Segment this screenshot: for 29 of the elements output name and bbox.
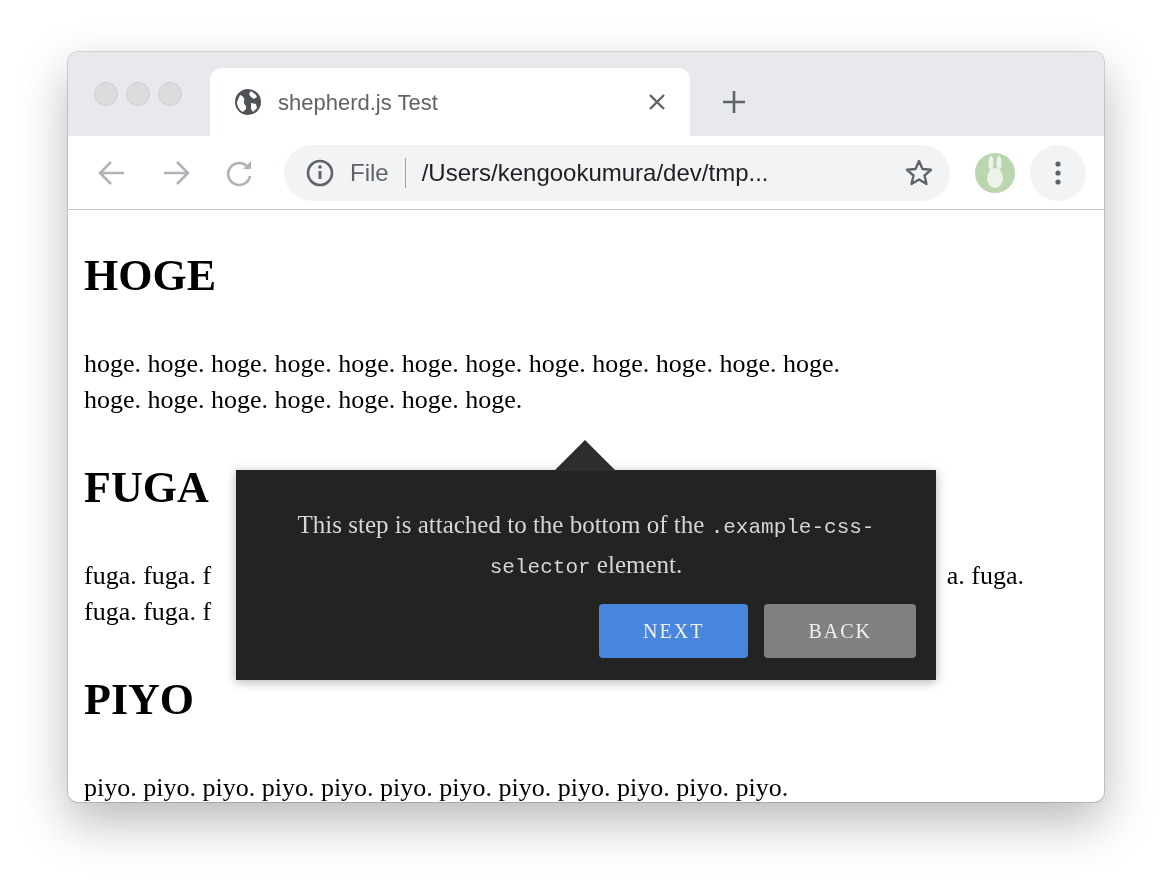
tab-title: shepherd.js Test bbox=[278, 88, 439, 117]
paragraph-text: hoge. hoge. hoge. hoge. hoge. hoge. hoge. bbox=[84, 384, 523, 416]
paragraph-text: hoge. hoge. hoge. hoge. hoge. hoge. hoge. hoge. hoge. hoge. hoge. hoge. bbox=[84, 348, 840, 380]
menu-icon bbox=[1055, 160, 1061, 185]
maximize-window-button[interactable] bbox=[158, 82, 182, 106]
minimize-window-button[interactable] bbox=[126, 82, 150, 106]
section-heading: PIYO bbox=[84, 674, 194, 726]
scheme-label: File bbox=[350, 157, 389, 188]
info-icon[interactable] bbox=[306, 158, 334, 187]
paragraph-text: piyo. piyo. piyo. piyo. piyo. piyo. piyo. piyo. piyo. piyo. piyo. piyo. bbox=[84, 772, 789, 802]
address-bar[interactable]: File /Users/kengookumura/dev/tmp... bbox=[284, 144, 950, 201]
paragraph-text: a. fuga. bbox=[946, 560, 1024, 592]
paragraph-text: fuga. fuga. f bbox=[84, 560, 212, 592]
next-button[interactable]: NEXT bbox=[599, 604, 749, 658]
url-text: /Users/kengookumura/dev/tmp... bbox=[421, 157, 770, 188]
section-heading: HOGE bbox=[84, 250, 217, 302]
step-text: This step is attached to the bottom of the .example-css-selector element. bbox=[296, 510, 876, 581]
back-button[interactable]: BACK bbox=[764, 604, 916, 658]
close-icon[interactable] bbox=[648, 93, 666, 111]
browser-tab[interactable]: shepherd.js Test bbox=[210, 68, 690, 136]
new-tab-icon[interactable] bbox=[722, 90, 746, 114]
forward-icon[interactable] bbox=[162, 159, 190, 186]
back-icon[interactable] bbox=[98, 159, 126, 186]
section-heading: FUGA bbox=[84, 462, 209, 514]
avatar-icon[interactable] bbox=[974, 151, 1016, 194]
star-icon[interactable] bbox=[904, 157, 934, 188]
globe-icon bbox=[234, 88, 262, 116]
close-window-button[interactable] bbox=[94, 82, 118, 106]
paragraph-text: fuga. fuga. f bbox=[84, 596, 212, 628]
